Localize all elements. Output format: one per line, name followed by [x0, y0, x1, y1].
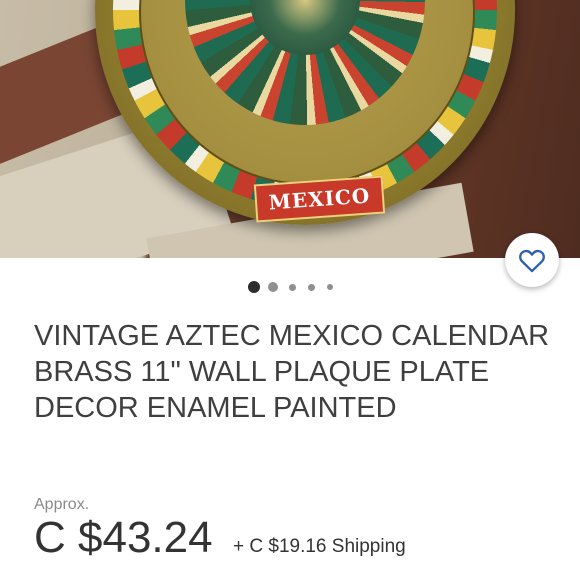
gallery-dot[interactable] [326, 284, 333, 290]
listing-photo[interactable]: MEXICO [0, 0, 580, 258]
gallery-pagination[interactable] [0, 281, 580, 293]
shipping-cost: + C $19.16 Shipping [233, 536, 406, 557]
gallery-dot[interactable] [288, 283, 296, 291]
gallery-dot[interactable] [247, 281, 260, 293]
plate-mexico-text: MEXICO [267, 183, 372, 215]
favorite-button[interactable] [505, 233, 559, 287]
listing-price: C $43.24 [34, 513, 213, 562]
heart-outline-icon [519, 249, 545, 273]
gallery-dot[interactable] [307, 283, 315, 291]
listing-title: VINTAGE AZTEC MEXICO CALENDAR BRASS 11" … [34, 320, 550, 424]
gallery-dot[interactable] [267, 282, 278, 292]
